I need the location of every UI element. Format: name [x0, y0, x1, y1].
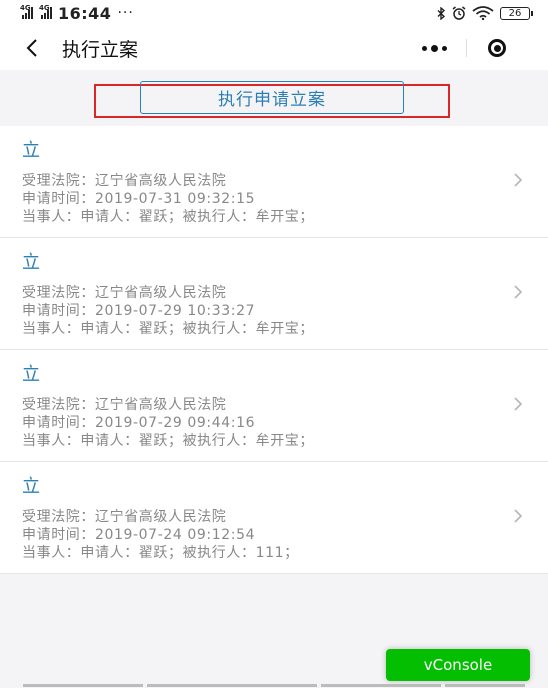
network-type-label: 4G — [39, 4, 50, 12]
case-parties: 当事人：申请人：翟跃；被执行人：111； — [22, 545, 299, 561]
cell-signal-icon: 4G — [20, 4, 33, 19]
apply-filing-button[interactable]: 执行申请立案 — [140, 81, 404, 114]
status-bar: 4G 4G 16:44 ··· 26 — [0, 0, 548, 26]
case-parties: 当事人：申请人：翟跃；被执行人：牟开宝； — [22, 321, 314, 337]
apply-area: 执行申请立案 — [0, 70, 548, 126]
bottom-indicator — [0, 684, 548, 688]
page-title: 执行立案 — [62, 38, 139, 61]
network-type-label: 4G — [20, 4, 31, 12]
chevron-right-icon — [514, 509, 523, 523]
status-left: 4G 4G 16:44 ··· — [20, 4, 134, 23]
status-dots: ··· — [117, 5, 134, 21]
case-status: 立 — [22, 252, 40, 273]
chevron-right-icon — [514, 285, 523, 299]
case-list-item[interactable]: 立 受理法院：辽宁省高级人民法院 申请时间：2019-07-31 09:32:1… — [0, 126, 548, 238]
case-parties: 当事人：申请人：翟跃；被执行人：牟开宝； — [22, 209, 314, 225]
case-list-item[interactable]: 立 受理法院：辽宁省高级人民法院 申请时间：2019-07-29 10:33:2… — [0, 238, 548, 350]
case-list: 立 受理法院：辽宁省高级人民法院 申请时间：2019-07-31 09:32:1… — [0, 126, 548, 574]
case-apply-time: 申请时间：2019-07-24 09:12:54 — [22, 527, 256, 543]
case-status: 立 — [22, 364, 40, 385]
back-button[interactable] — [20, 34, 44, 62]
case-apply-time: 申请时间：2019-07-31 09:32:15 — [22, 191, 256, 207]
case-court: 受理法院：辽宁省高级人民法院 — [22, 509, 227, 525]
case-list-item[interactable]: 立 受理法院：辽宁省高级人民法院 申请时间：2019-07-29 09:44:1… — [0, 350, 548, 462]
target-close-icon — [488, 39, 507, 57]
case-status: 立 — [22, 140, 40, 161]
alarm-clock-icon — [452, 6, 466, 20]
case-court: 受理法院：辽宁省高级人民法院 — [22, 173, 227, 189]
case-court: 受理法院：辽宁省高级人民法院 — [22, 285, 227, 301]
chevron-right-icon — [514, 173, 523, 187]
bluetooth-icon — [437, 6, 446, 20]
case-apply-time: 申请时间：2019-07-29 09:44:16 — [22, 415, 256, 431]
chevron-right-icon — [514, 397, 523, 411]
battery-icon: 26 — [500, 6, 533, 20]
cell-signal-icon: 4G — [39, 4, 52, 19]
case-court: 受理法院：辽宁省高级人民法院 — [22, 397, 227, 413]
chevron-left-icon — [26, 39, 37, 57]
case-apply-time: 申请时间：2019-07-29 10:33:27 — [22, 303, 256, 319]
vconsole-button[interactable]: vConsole — [386, 649, 530, 681]
more-dots-icon — [422, 45, 428, 51]
status-right: 26 — [437, 6, 533, 20]
nav-bar: 执行立案 — [0, 26, 548, 70]
wifi-icon — [472, 6, 494, 20]
close-button[interactable] — [466, 32, 528, 64]
status-time: 16:44 — [58, 3, 112, 23]
case-status: 立 — [22, 476, 40, 497]
case-parties: 当事人：申请人：翟跃；被执行人：牟开宝； — [22, 433, 314, 449]
case-list-item[interactable]: 立 受理法院：辽宁省高级人民法院 申请时间：2019-07-24 09:12:5… — [0, 462, 548, 574]
mini-program-capsule — [404, 32, 528, 64]
more-button[interactable] — [404, 32, 466, 64]
